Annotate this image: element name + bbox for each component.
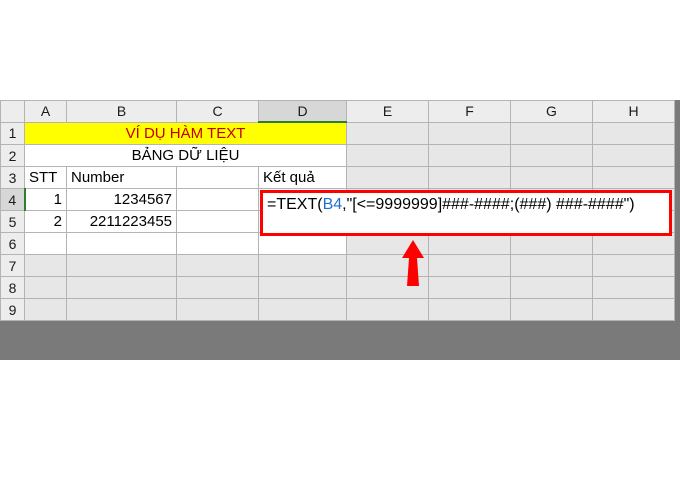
cell-G8[interactable] (511, 277, 593, 299)
cell-F8[interactable] (429, 277, 511, 299)
cell-B9[interactable] (67, 299, 177, 321)
cell-F1[interactable] (429, 122, 511, 145)
cell-A9[interactable] (25, 299, 67, 321)
col-header-F[interactable]: F (429, 101, 511, 123)
row-header-7[interactable]: 7 (1, 255, 25, 277)
formula-prefix: =TEXT( (267, 196, 323, 213)
cell-H1[interactable] (593, 122, 675, 145)
excel-screenshot: A B C D E F G H 1 VÍ DỤ HÀM TEXT (0, 0, 680, 500)
cell-G3[interactable] (511, 167, 593, 189)
row-1: 1 VÍ DỤ HÀM TEXT (1, 122, 675, 145)
row-header-6[interactable]: 6 (1, 233, 25, 255)
row-3: 3 STT Number Kết quả (1, 167, 675, 189)
cell-E9[interactable] (347, 299, 429, 321)
formula-cell-ref: B4 (323, 196, 343, 213)
cell-C5[interactable] (177, 211, 259, 233)
cell-F2[interactable] (429, 145, 511, 167)
cell-B4[interactable]: 1234567 (67, 189, 177, 211)
cell-C7[interactable] (177, 255, 259, 277)
cell-H8[interactable] (593, 277, 675, 299)
row-header-8[interactable]: 8 (1, 277, 25, 299)
cell-H3[interactable] (593, 167, 675, 189)
row-header-2[interactable]: 2 (1, 145, 25, 167)
cell-F9[interactable] (429, 299, 511, 321)
cell-A5[interactable]: 2 (25, 211, 67, 233)
header-empty[interactable] (177, 167, 259, 189)
cell-F3[interactable] (429, 167, 511, 189)
col-header-H[interactable]: H (593, 101, 675, 123)
cell-F7[interactable] (429, 255, 511, 277)
row-header-4[interactable]: 4 (1, 189, 25, 211)
col-header-E[interactable]: E (347, 101, 429, 123)
cell-B8[interactable] (67, 277, 177, 299)
formula-suffix: ,"[<=9999999]###-####;(###) ###-####") (342, 196, 634, 213)
cell-G9[interactable] (511, 299, 593, 321)
cell-E1[interactable] (347, 122, 429, 145)
row-9: 9 (1, 299, 675, 321)
cell-C4[interactable] (177, 189, 259, 211)
cell-G7[interactable] (511, 255, 593, 277)
cell-E2[interactable] (347, 145, 429, 167)
cell-C8[interactable] (177, 277, 259, 299)
cell-C6[interactable] (177, 233, 259, 255)
cell-H2[interactable] (593, 145, 675, 167)
row-8: 8 (1, 277, 675, 299)
col-header-G[interactable]: G (511, 101, 593, 123)
row-header-1[interactable]: 1 (1, 122, 25, 145)
row-7: 7 (1, 255, 675, 277)
row-header-9[interactable]: 9 (1, 299, 25, 321)
cell-B5[interactable]: 2211223455 (67, 211, 177, 233)
cell-D8[interactable] (259, 277, 347, 299)
annotation-arrow-icon (398, 240, 428, 286)
cell-B7[interactable] (67, 255, 177, 277)
cell-C9[interactable] (177, 299, 259, 321)
cell-D7[interactable] (259, 255, 347, 277)
cell-A7[interactable] (25, 255, 67, 277)
col-header-B[interactable]: B (67, 101, 177, 123)
row-header-5[interactable]: 5 (1, 211, 25, 233)
col-header-C[interactable]: C (177, 101, 259, 123)
column-header-row: A B C D E F G H (1, 101, 675, 123)
row-2: 2 BẢNG DỮ LIỆU (1, 145, 675, 167)
col-header-A[interactable]: A (25, 101, 67, 123)
cell-A4[interactable]: 1 (25, 189, 67, 211)
subtitle-cell[interactable]: BẢNG DỮ LIỆU (25, 145, 347, 167)
header-result[interactable]: Kết quả (259, 167, 347, 189)
cell-B6[interactable] (67, 233, 177, 255)
cell-G2[interactable] (511, 145, 593, 167)
cell-G1[interactable] (511, 122, 593, 145)
cell-A6[interactable] (25, 233, 67, 255)
cell-E3[interactable] (347, 167, 429, 189)
cell-A8[interactable] (25, 277, 67, 299)
formula-edit-box[interactable]: =TEXT(B4,"[<=9999999]###-####;(###) ###-… (260, 190, 672, 236)
row-header-3[interactable]: 3 (1, 167, 25, 189)
title-cell[interactable]: VÍ DỤ HÀM TEXT (25, 122, 347, 145)
header-number[interactable]: Number (67, 167, 177, 189)
col-header-D[interactable]: D (259, 101, 347, 123)
cell-H9[interactable] (593, 299, 675, 321)
select-all-corner[interactable] (1, 101, 25, 123)
cell-D9[interactable] (259, 299, 347, 321)
cell-H7[interactable] (593, 255, 675, 277)
header-stt[interactable]: STT (25, 167, 67, 189)
